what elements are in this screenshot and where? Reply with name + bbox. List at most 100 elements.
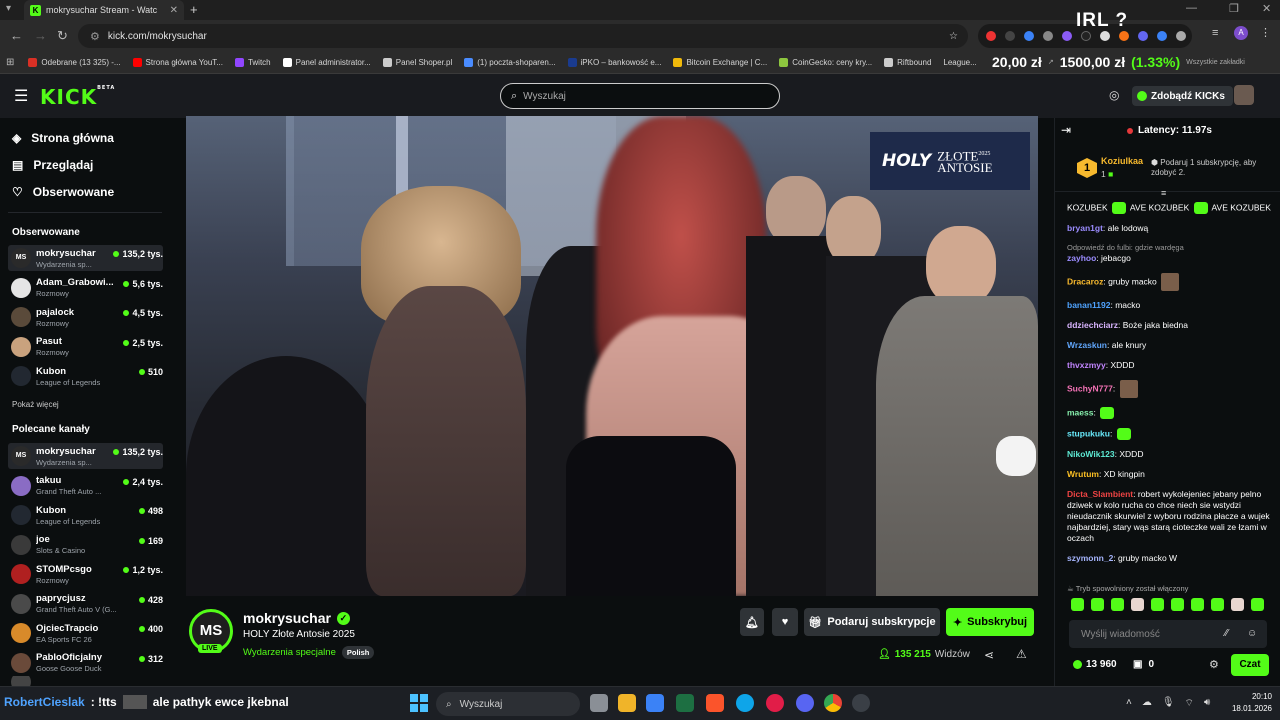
search-input[interactable]: ⌕ Wyszukaj bbox=[500, 83, 780, 109]
windows-start-icon[interactable] bbox=[410, 694, 428, 712]
browser-tab[interactable]: K mokrysuchar Stream - Watc ✕ bbox=[24, 0, 184, 20]
emote-icon[interactable] bbox=[1211, 598, 1224, 611]
extension-icon[interactable] bbox=[1005, 31, 1015, 41]
extension-icon[interactable] bbox=[1043, 31, 1053, 41]
chat-username[interactable]: stupukuku bbox=[1067, 428, 1110, 438]
extension-icon[interactable] bbox=[1119, 31, 1129, 41]
sidebar-channel[interactable]: Adam_Grabowi... Rozmowy 5,6 tys. bbox=[8, 275, 163, 301]
send-chat-button[interactable]: Czat bbox=[1231, 654, 1269, 676]
commands-icon[interactable]: ⁄⁄ bbox=[1225, 628, 1228, 639]
collapse-chat-icon[interactable]: ⇥ bbox=[1061, 123, 1071, 137]
new-tab-icon[interactable]: + bbox=[190, 2, 198, 17]
gift-message[interactable]: ⬢ Podaruj 1 subskrypcję, aby zdobyć 2. bbox=[1151, 158, 1279, 178]
brave-icon[interactable] bbox=[706, 694, 724, 712]
chat-username[interactable]: SuchyN777 bbox=[1067, 383, 1113, 393]
follow-button[interactable]: ♥ bbox=[772, 608, 798, 636]
tab-search-icon[interactable]: ▾ bbox=[6, 3, 11, 14]
volume-icon[interactable]: 🔊︎ bbox=[1204, 697, 1210, 710]
extension-icon[interactable] bbox=[1062, 31, 1072, 41]
chat-username[interactable]: zayhoo bbox=[1067, 253, 1096, 263]
address-bar[interactable]: ⚙ kick.com/mokrysuchar ☆ bbox=[78, 24, 968, 48]
apps-grid-icon[interactable]: ⊞ bbox=[6, 57, 14, 68]
bookmark-item[interactable]: Odebrane (13 325) -... bbox=[28, 58, 121, 67]
file-explorer-icon[interactable] bbox=[618, 694, 636, 712]
sidebar-channel[interactable]: Kubon League of Legends 498 bbox=[8, 502, 163, 528]
opera-icon[interactable] bbox=[766, 694, 784, 712]
clock[interactable]: 20:10 18.01.2026 bbox=[1222, 691, 1272, 715]
site-info-icon[interactable]: ⚙ bbox=[90, 30, 100, 43]
bookmark-item[interactable]: Strona główna YouT... bbox=[132, 58, 223, 67]
sidebar-channel[interactable]: Pasut Rozmowy 2,5 tys. bbox=[8, 334, 163, 360]
kicks-balance[interactable]: 13 960 bbox=[1073, 659, 1117, 670]
tray-expand-icon[interactable]: ˄ bbox=[1126, 697, 1132, 710]
chat-username[interactable]: Dicta_Slambient bbox=[1067, 489, 1133, 499]
chat-username[interactable]: szymonn_2 bbox=[1067, 553, 1113, 563]
sidebar-channel[interactable]: OjciecTrapcio EA Sports FC 26 400 bbox=[8, 620, 163, 646]
emote-icon[interactable] bbox=[1131, 598, 1144, 611]
minimize-icon[interactable]: — bbox=[1186, 2, 1197, 14]
expand-pinned-icon[interactable]: ≡ bbox=[1161, 188, 1166, 198]
emote-icon[interactable] bbox=[1231, 598, 1244, 611]
extension-icon[interactable] bbox=[1024, 31, 1034, 41]
emote-icon[interactable] bbox=[1091, 598, 1104, 611]
kick-logo[interactable]: KICKBETA bbox=[40, 85, 115, 109]
edge-icon[interactable] bbox=[736, 694, 754, 712]
bookmark-item[interactable]: Bitcoin Exchange | C... bbox=[673, 58, 767, 67]
chat-username[interactable]: banan1192 bbox=[1067, 300, 1110, 310]
stream-category[interactable]: Wydarzenia specjalne bbox=[243, 647, 336, 658]
store-icon[interactable] bbox=[646, 694, 664, 712]
chat-username[interactable]: Wrutum bbox=[1067, 469, 1099, 479]
nav-home[interactable]: ◈ Strona główna bbox=[12, 131, 114, 145]
emote-icon[interactable] bbox=[1191, 598, 1204, 611]
back-icon[interactable]: ← bbox=[10, 28, 23, 43]
bookmark-item[interactable]: (1) poczta-shoparen... bbox=[464, 58, 556, 67]
bookmark-item[interactable]: Panel administrator... bbox=[282, 58, 371, 67]
chat-username[interactable]: maess bbox=[1067, 407, 1093, 417]
extensions-puzzle-icon[interactable] bbox=[1176, 31, 1186, 41]
excel-icon[interactable] bbox=[676, 694, 694, 712]
bookmark-item[interactable]: Riftbound bbox=[884, 58, 931, 67]
reload-icon[interactable]: ↻ bbox=[57, 28, 68, 44]
extension-icon[interactable] bbox=[1157, 31, 1167, 41]
bookmark-item[interactable]: Twitch bbox=[234, 58, 271, 67]
obs-icon[interactable] bbox=[852, 694, 870, 712]
sidebar-channel[interactable]: Kubon League of Legends 510 bbox=[8, 363, 163, 389]
sidebar-channel[interactable]: takuu Grand Theft Auto ... 2,4 tys. bbox=[8, 473, 163, 499]
chat-username[interactable]: Wrzaskun bbox=[1067, 340, 1107, 350]
chrome-icon[interactable] bbox=[824, 694, 842, 712]
bookmark-item[interactable]: League... bbox=[943, 58, 976, 67]
video-player[interactable]: HOLY ZŁOTE2025 ANTOSIE bbox=[186, 116, 1038, 596]
share-icon[interactable]: ⋖ bbox=[984, 648, 994, 662]
streamer-name[interactable]: mokrysuchar bbox=[243, 610, 331, 626]
sidebar-channel[interactable]: MS mokrysuchar Wydarzenia sp... 135,2 tys. bbox=[8, 245, 163, 271]
chat-reply-context[interactable]: Odpowiedź do fulbi: gdzie wardęga bbox=[1067, 243, 1277, 252]
window-close-icon[interactable]: ✕ bbox=[1262, 2, 1271, 15]
emote-icon[interactable] bbox=[1111, 598, 1124, 611]
task-view-icon[interactable] bbox=[590, 694, 608, 712]
sidebar-channel[interactable]: MS mokrysuchar Wydarzenia sp... 135,2 tys. bbox=[8, 443, 163, 469]
nav-following[interactable]: ♡ Obserwowane bbox=[12, 185, 114, 199]
menu-icon[interactable]: ☰ bbox=[14, 86, 28, 106]
maximize-icon[interactable]: ❐ bbox=[1229, 2, 1239, 15]
bookmarks-all-label[interactable]: Wszystkie zakładki bbox=[1186, 59, 1245, 66]
sidebar-channel[interactable]: paprycjusz Grand Theft Auto V (G... 428 bbox=[8, 591, 163, 617]
wifi-icon[interactable]: ⌔ bbox=[1185, 697, 1194, 710]
notifications-icon[interactable]: ◎ bbox=[1109, 88, 1119, 102]
gifts-counter[interactable]: ▣ 0 bbox=[1133, 659, 1154, 670]
show-more-link[interactable]: Pokaż więcej bbox=[12, 400, 59, 409]
tab-close-icon[interactable]: ✕ bbox=[170, 5, 178, 16]
microphone-icon[interactable]: 🎙︎ bbox=[1162, 697, 1175, 710]
chat-username[interactable]: bryan1gt bbox=[1067, 223, 1103, 233]
sidebar-channel[interactable]: pajalock Rozmowy 4,5 tys. bbox=[8, 304, 163, 330]
extension-icon[interactable] bbox=[1100, 31, 1110, 41]
emote-icon[interactable] bbox=[1151, 598, 1164, 611]
bookmark-item[interactable]: Panel Shoper.pl bbox=[382, 58, 452, 67]
forward-icon[interactable]: → bbox=[34, 28, 47, 43]
chat-settings-icon[interactable]: ⚙ bbox=[1209, 658, 1219, 671]
chat-username[interactable]: ddziechciarz bbox=[1067, 320, 1118, 330]
emote-icon[interactable] bbox=[1251, 598, 1264, 611]
chat-username[interactable]: thvxzmyy bbox=[1067, 360, 1106, 370]
language-tag[interactable]: Polish bbox=[341, 646, 375, 659]
bookmark-star-icon[interactable]: ☆ bbox=[949, 31, 958, 42]
bookmark-item[interactable]: CoinGecko: ceny kry... bbox=[779, 58, 872, 67]
